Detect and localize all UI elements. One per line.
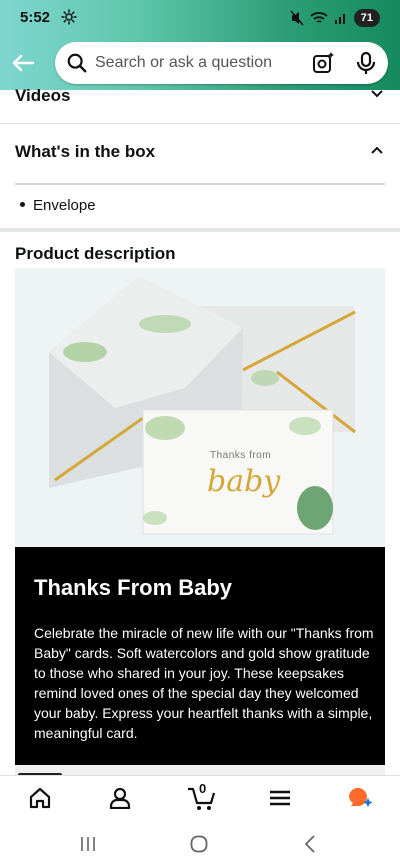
- box-item-label: Envelope: [33, 197, 96, 214]
- promo-banner: Thanks From Baby Celebrate the miracle o…: [15, 547, 385, 765]
- search-header: [0, 40, 400, 88]
- menu-icon: [270, 790, 290, 806]
- bullet-dot: [20, 201, 25, 207]
- whats-in-box-row[interactable]: What's in the box: [0, 130, 400, 176]
- videos-section-row[interactable]: Videos: [0, 86, 400, 124]
- recents-button[interactable]: [76, 833, 100, 855]
- product-description-heading: Product description: [15, 244, 176, 263]
- back-button[interactable]: [8, 48, 38, 78]
- nav-home-button[interactable]: [26, 784, 54, 812]
- battery-level: 71: [360, 12, 373, 24]
- card-envelope-illustration: [49, 276, 356, 535]
- card-text-thanks-from: Thanks from: [210, 450, 272, 461]
- recents-icon: [81, 837, 95, 851]
- videos-label: Videos: [15, 86, 71, 105]
- signal-icon: [334, 14, 345, 24]
- mute-icon: [290, 10, 304, 26]
- rufus-icon: [349, 788, 373, 807]
- app-header-background: 5:52 71: [0, 0, 400, 90]
- system-back-button[interactable]: [298, 833, 322, 855]
- nav-cart-button[interactable]: 0: [186, 781, 218, 812]
- search-icon: [67, 53, 87, 73]
- status-time: 5:52: [20, 9, 51, 26]
- bottom-navigation: 0: [0, 775, 400, 819]
- battery-icon: 71: [353, 9, 380, 27]
- account-icon: [109, 787, 131, 809]
- search-input[interactable]: [95, 50, 305, 76]
- system-home-button[interactable]: [187, 833, 211, 855]
- card-text-baby: baby: [207, 464, 281, 499]
- wifi-icon: [310, 12, 328, 23]
- next-image-peek: [15, 765, 385, 775]
- settings-icon: [61, 9, 77, 25]
- chevron-down-icon: [371, 90, 383, 98]
- camera-lens-icon[interactable]: [311, 51, 335, 75]
- cart-count: 0: [199, 781, 207, 796]
- back-arrow-icon: [12, 54, 34, 72]
- system-navigation-bar: [0, 821, 400, 867]
- nav-menu-button[interactable]: [266, 784, 294, 812]
- system-back-icon: [304, 835, 315, 853]
- promo-body: Celebrate the miracle of new life with o…: [34, 625, 374, 741]
- nav-account-button[interactable]: [106, 784, 134, 812]
- nav-rufus-button[interactable]: [346, 784, 374, 812]
- section-separator: [0, 228, 400, 232]
- search-bar[interactable]: [55, 42, 388, 84]
- promo-title: Thanks From Baby: [34, 575, 233, 600]
- box-item: Envelope: [20, 197, 96, 214]
- whats-in-box-label: What's in the box: [15, 142, 156, 161]
- product-image: Thanks from baby: [15, 268, 385, 548]
- status-bar: 5:52 71: [0, 0, 400, 36]
- section-divider: [15, 183, 385, 185]
- home-icon: [29, 787, 51, 809]
- microphone-icon[interactable]: [355, 51, 377, 75]
- chevron-up-icon: [371, 146, 383, 154]
- home-circle-icon: [190, 835, 208, 853]
